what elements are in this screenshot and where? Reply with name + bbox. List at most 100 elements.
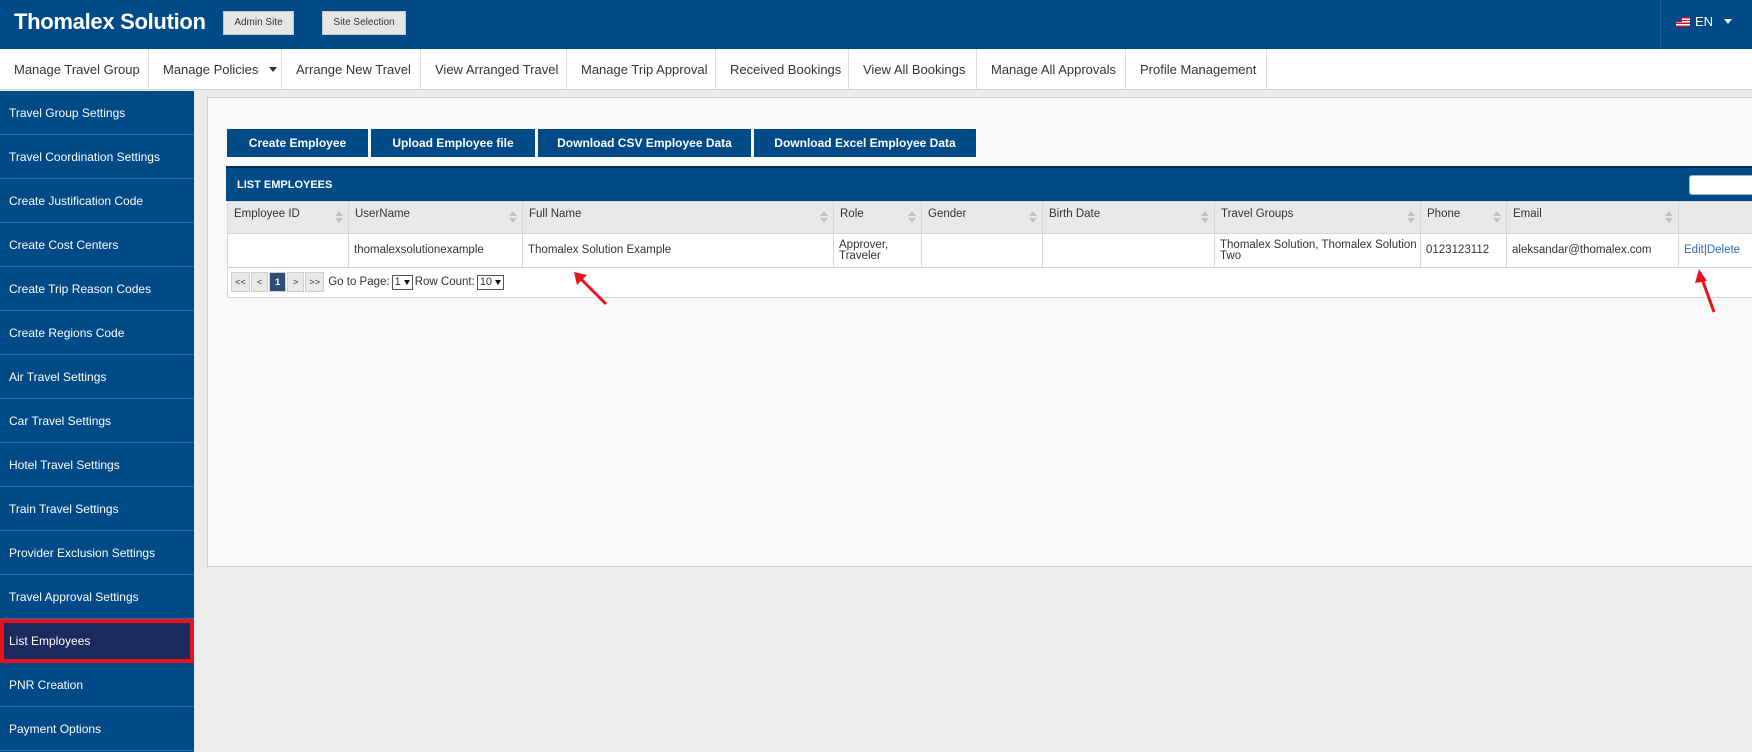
column-label: UserName [355, 208, 410, 220]
language-selector[interactable]: EN [1676, 14, 1733, 29]
last-page-button[interactable]: >> [305, 272, 325, 292]
cell-birth-date [1043, 234, 1215, 267]
column-label: Gender [928, 208, 967, 220]
next-page-button[interactable]: > [287, 272, 305, 292]
menu-label: Manage Travel Group [14, 61, 140, 77]
sort-icon [509, 211, 517, 225]
menu-profile-management[interactable]: Profile Management [1126, 49, 1267, 89]
sort-icon [1029, 211, 1037, 225]
prev-page-button[interactable]: < [251, 272, 269, 292]
menu-arrange-new-travel[interactable]: Arrange New Travel [282, 49, 421, 89]
sort-icon [1407, 211, 1415, 225]
search-input[interactable] [1689, 175, 1752, 195]
list-title: LIST EMPLOYEES [237, 178, 333, 191]
chevron-down-icon [403, 279, 410, 285]
column-label: Email [1513, 208, 1542, 220]
first-page-button[interactable]: << [231, 272, 251, 292]
table-header-row: Employee ID UserName Full Name Role Gend… [228, 202, 1752, 234]
menu-manage-policies[interactable]: Manage Policies [149, 49, 282, 89]
employee-actions: Create Employee Upload Employee file Dow… [227, 129, 976, 157]
col-travel-groups[interactable]: Travel Groups [1215, 202, 1421, 233]
goto-page-select[interactable]: 1 [391, 274, 413, 290]
delete-link[interactable]: Delete [1707, 244, 1740, 256]
sidebar-item-car-travel-settings[interactable]: Car Travel Settings [0, 399, 194, 443]
sort-icon [820, 211, 828, 225]
col-role[interactable]: Role [834, 202, 922, 233]
cell-full-name: Thomalex Solution Example [523, 234, 834, 267]
row-count-value: 10 [479, 276, 493, 288]
menu-manage-trip-approval[interactable]: Manage Trip Approval [567, 49, 716, 89]
sidebar-item-air-travel-settings[interactable]: Air Travel Settings [0, 355, 194, 399]
column-label: Role [840, 208, 864, 220]
column-label: Phone [1427, 208, 1461, 220]
sidebar-item-create-regions-code[interactable]: Create Regions Code [0, 311, 194, 355]
col-username[interactable]: UserName [349, 202, 523, 233]
menu-label: Manage All Approvals [991, 61, 1117, 77]
create-employee-button[interactable]: Create Employee [227, 129, 368, 157]
download-csv-button[interactable]: Download CSV Employee Data [538, 129, 751, 157]
sidebar-item-travel-group-settings[interactable]: Travel Group Settings [0, 91, 194, 135]
main-menu: Manage Travel Group Manage Policies Arra… [0, 49, 1752, 90]
language-label: EN [1695, 14, 1714, 29]
sidebar-item-provider-exclusion-settings[interactable]: Provider Exclusion Settings [0, 531, 194, 575]
top-bar: Thomalex Solution Admin Site Site Select… [0, 0, 1752, 49]
menu-label: View Arranged Travel [435, 61, 559, 77]
language-divider [1660, 0, 1661, 49]
col-email[interactable]: Email [1507, 202, 1679, 233]
chevron-down-icon [1724, 19, 1733, 24]
col-birth-date[interactable]: Birth Date [1043, 202, 1215, 233]
chevron-down-icon [269, 66, 278, 72]
cell-employee-id [228, 234, 349, 267]
menu-manage-all-approvals[interactable]: Manage All Approvals [977, 49, 1126, 89]
cell-role: Approver, Traveler [834, 234, 922, 267]
sidebar-item-pnr-creation[interactable]: PNR Creation [0, 663, 194, 707]
col-phone[interactable]: Phone [1421, 202, 1507, 233]
cell-phone: 0123123112 [1421, 234, 1507, 267]
menu-label: Arrange New Travel [296, 61, 411, 77]
column-label: Employee ID [234, 208, 300, 220]
menu-view-arranged-travel[interactable]: View Arranged Travel [421, 49, 567, 89]
sort-icon [1665, 211, 1673, 225]
sidebar-item-train-travel-settings[interactable]: Train Travel Settings [0, 487, 194, 531]
menu-label: Received Bookings [730, 61, 842, 77]
table-row: thomalexsolutionexample Thomalex Solutio… [228, 234, 1752, 268]
row-count-select[interactable]: 10 [476, 274, 505, 290]
menu-manage-travel-group[interactable]: Manage Travel Group [0, 49, 149, 89]
row-count-label: Row Count: [414, 276, 475, 288]
sort-icon [335, 211, 343, 225]
cell-actions: Edit | Delete [1679, 234, 1752, 267]
col-full-name[interactable]: Full Name [523, 202, 834, 233]
sort-icon [1201, 211, 1209, 225]
sidebar-item-create-cost-centers[interactable]: Create Cost Centers [0, 223, 194, 267]
table-pager: << < 1 > >> Go to Page: 1 Row Count: 10 [231, 272, 506, 292]
menu-label: Profile Management [1140, 61, 1257, 77]
current-page-button[interactable]: 1 [269, 272, 287, 292]
col-gender[interactable]: Gender [922, 202, 1043, 233]
edit-link[interactable]: Edit [1684, 244, 1704, 256]
column-label: Full Name [529, 208, 582, 220]
cell-travel-groups: Thomalex Solution, Thomalex Solution Two [1215, 234, 1421, 267]
sidebar-item-travel-approval-settings[interactable]: Travel Approval Settings [0, 575, 194, 619]
menu-label: Manage Trip Approval [581, 61, 708, 77]
column-label: Travel Groups [1221, 208, 1294, 220]
sidebar-item-create-justification-code[interactable]: Create Justification Code [0, 179, 194, 223]
chevron-down-icon [495, 279, 502, 285]
sidebar-item-payment-options[interactable]: Payment Options [0, 707, 194, 751]
sidebar-item-travel-coordination-settings[interactable]: Travel Coordination Settings [0, 135, 194, 179]
sidebar-item-create-trip-reason-codes[interactable]: Create Trip Reason Codes [0, 267, 194, 311]
goto-page-value: 1 [394, 276, 401, 288]
col-employee-id[interactable]: Employee ID [228, 202, 349, 233]
menu-view-all-bookings[interactable]: View All Bookings [849, 49, 977, 89]
site-selection-button[interactable]: Site Selection [322, 11, 406, 35]
download-excel-button[interactable]: Download Excel Employee Data [754, 129, 976, 157]
col-actions [1679, 202, 1752, 233]
admin-site-button[interactable]: Admin Site [223, 11, 294, 35]
menu-received-bookings[interactable]: Received Bookings [716, 49, 849, 89]
menu-label: Manage Policies [163, 61, 259, 77]
sidebar-item-list-employees[interactable]: List Employees [0, 619, 194, 663]
upload-employee-file-button[interactable]: Upload Employee file [371, 129, 535, 157]
sidebar-item-hotel-travel-settings[interactable]: Hotel Travel Settings [0, 443, 194, 487]
sort-icon [908, 211, 916, 225]
column-label: Birth Date [1049, 208, 1101, 220]
list-employees-header: LIST EMPLOYEES [226, 166, 1752, 201]
